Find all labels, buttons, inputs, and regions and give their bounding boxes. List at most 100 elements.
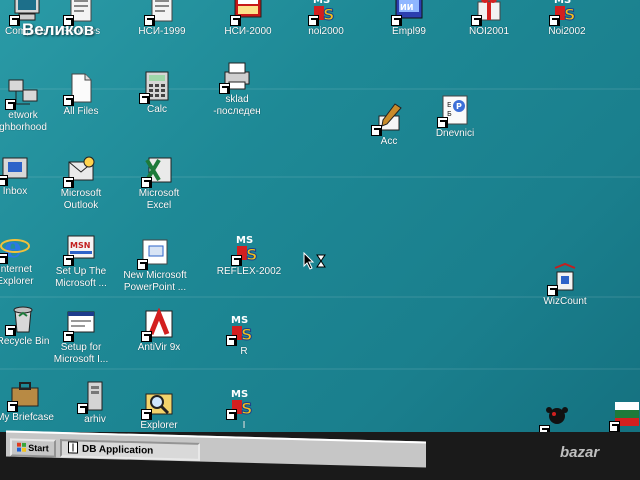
icon-label: noi2000 [308,26,344,37]
shortcut-arrow-icon [5,325,16,336]
my-briefcase-icon [7,378,41,412]
icon-label: WizCount [543,296,587,307]
sklad-shortcut[interactable]: sklad -последен [200,60,274,118]
flag-icon [609,398,640,432]
icon-label: Microsoft ... [55,278,107,289]
setup-microsoft-shortcut[interactable]: Setup for Microsoft I... [44,308,118,366]
shortcut-arrow-icon [219,83,230,94]
shortcut-arrow-icon [63,255,74,266]
i-shortcut[interactable]: MS S I [207,386,281,432]
icon-label: arhiv [84,414,106,425]
dnevnici-shortcut[interactable]: Е Б P Dnevnici [418,94,492,140]
noi2002-shortcut[interactable]: MS S Noi2002 [530,0,604,38]
shortcut-arrow-icon [139,93,150,104]
game-icon [539,402,573,436]
empl99-icon: ИИ [391,0,425,26]
wizcount-icon [547,262,581,296]
shortcut-arrow-icon [308,15,319,26]
all-files-shortcut[interactable]: All Files [44,72,118,118]
icon-label: Setup for [60,342,102,353]
svg-text:P: P [456,102,462,111]
shortcut-arrow-icon [141,331,152,342]
dnevnici-icon: ЕБP [437,94,471,128]
nsi-1999-icon [144,0,178,26]
arhiv-shortcut[interactable]: arhiv [58,380,132,426]
nsi-2000-shortcut[interactable]: НСИ-2000 [211,0,285,38]
noi2002-icon: MS S [549,0,583,26]
microsoft-excel-shortcut[interactable]: Microsoft Excel [122,154,196,212]
antivir-icon [141,308,175,342]
sklad-icon [219,60,253,94]
svg-text:MSN: MSN [70,241,90,250]
reflex-2002-shortcut[interactable]: MS S REFLEX-2002 [212,232,286,278]
wizcount-shortcut[interactable]: WizCount [528,262,602,308]
shortcut-arrow-icon [609,421,620,432]
microsoft-outlook-icon [63,154,97,188]
svg-text:S: S [564,5,576,24]
icon-label: AntiVir 9x [137,342,181,353]
recycle-bin-icon [5,302,39,336]
shortcut-arrow-icon [0,175,8,186]
shortcut-arrow-icon [437,117,448,128]
network-neighborhood-icon [5,76,39,110]
icon-label: I [242,420,246,431]
shortcut-arrow-icon [137,259,148,270]
start-button-label: Start [28,442,49,454]
scanline [0,368,640,370]
microsoft-outlook-shortcut[interactable]: Microsoft Outlook [44,154,118,212]
shortcut-arrow-icon [63,331,74,342]
shortcut-arrow-icon [7,401,18,412]
shortcut-arrow-icon [231,255,242,266]
set-up-microsoft-shortcut[interactable]: MSN Set Up The Microsoft ... [44,232,118,290]
shortcut-arrow-icon [0,253,8,264]
new-powerpoint-icon [137,236,171,270]
svg-text:S: S [241,399,253,418]
shortcut-arrow-icon [226,335,237,346]
shortcut-arrow-icon [226,409,237,420]
antivir-shortcut[interactable]: AntiVir 9x [122,308,196,354]
calc-icon [139,70,173,104]
shortcut-arrow-icon [5,99,16,110]
icon-label: Microsoft I... [53,354,109,365]
explorer-shortcut[interactable]: Explorer [122,386,196,432]
shortcut-arrow-icon [549,15,560,26]
calc-shortcut[interactable]: Calc [120,70,194,116]
start-button[interactable]: Start [10,438,56,458]
inbox-icon [0,152,31,186]
all-files-icon [63,72,97,106]
taskbar-button-db-application[interactable]: DB Application [60,439,200,461]
arhiv-icon [77,380,111,414]
setup-microsoft-icon [63,308,97,342]
game-shortcut[interactable] [520,402,594,436]
icon-label: REFLEX-2002 [216,266,282,277]
shortcut-arrow-icon [141,409,152,420]
shortcut-arrow-icon [230,15,241,26]
shortcut-arrow-icon [77,403,88,414]
icon-label: НСИ-1999 [138,26,186,37]
shortcut-arrow-icon [63,177,74,188]
new-powerpoint-shortcut[interactable]: New Microsoft PowerPoint ... [118,236,192,294]
icon-label: НСИ-2000 [224,26,272,37]
flag-shortcut[interactable] [590,398,640,432]
nsi-2000-icon [230,0,264,26]
icon-label: All Files [63,106,99,117]
icon-label: Dnevnici [435,128,475,139]
my-briefcase-shortcut[interactable]: My Briefcase [0,378,62,424]
icon-label: My Briefcase [0,412,54,423]
noi2000-icon: MS S [308,0,342,26]
nsi-1999-shortcut[interactable]: НСИ-1999 [125,0,199,38]
shortcut-arrow-icon [9,15,20,26]
shortcut-arrow-icon [371,125,382,136]
shortcut-arrow-icon [144,15,155,26]
acc-shortcut[interactable]: Acc [352,102,426,148]
reflex-2002-icon: MS S [231,232,265,266]
noi2001-shortcut[interactable]: NOI2001 [452,0,526,38]
svg-text:S: S [241,325,253,344]
icon-label: Microsoft [138,188,180,199]
r-shortcut[interactable]: MS S R [207,312,281,358]
noi2001-icon [471,0,505,26]
noi2000-shortcut[interactable]: MS Snoi2000 [289,0,363,38]
icon-label: Microsoft [60,188,102,199]
r-icon: MS S [226,312,260,346]
empl99-shortcut[interactable]: ИИ Empl99 [372,0,446,38]
